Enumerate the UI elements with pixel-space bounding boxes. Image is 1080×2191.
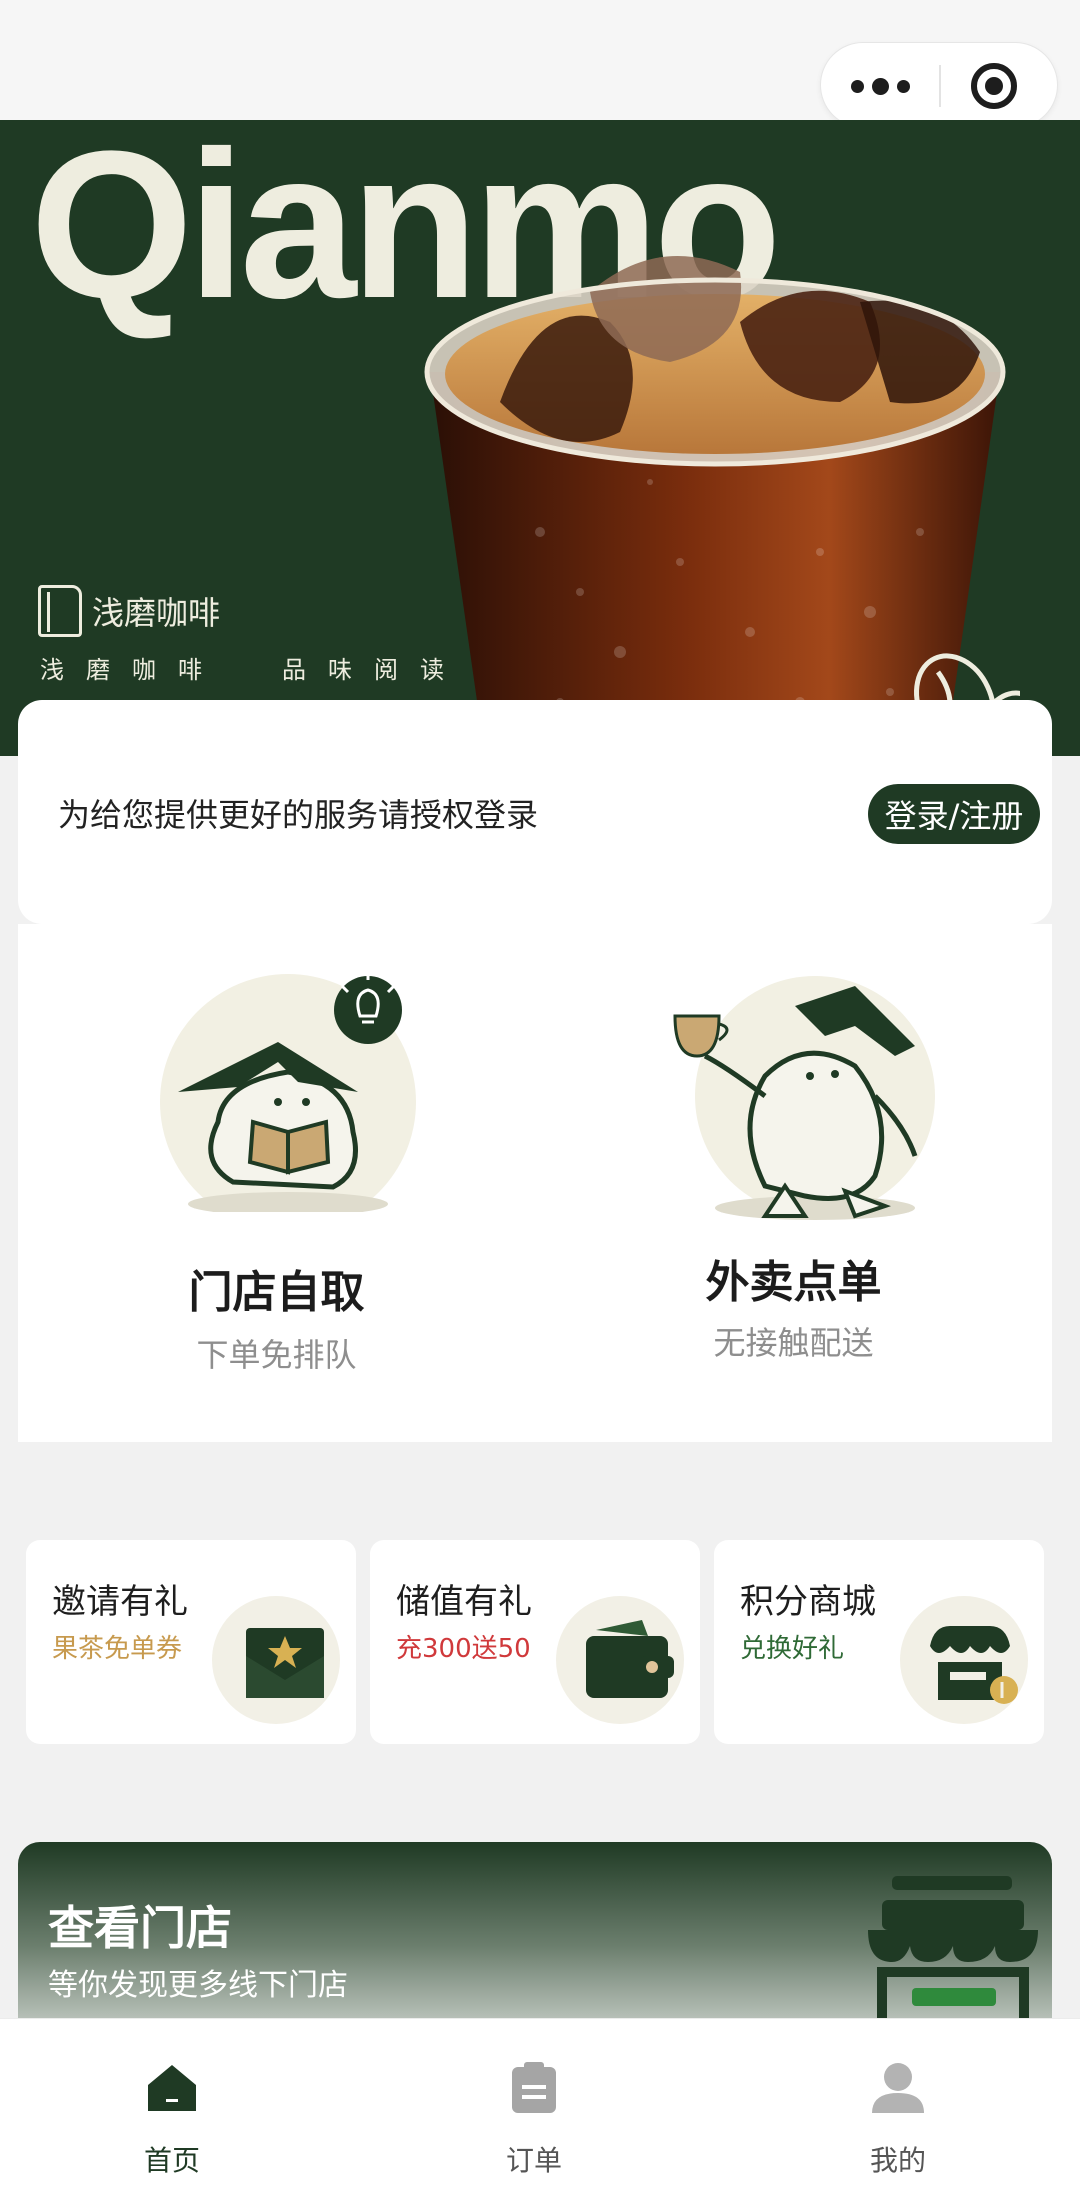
promo-recharge-title: 储值有礼 [396, 1582, 532, 1622]
order-options-panel: 门店自取 下单免排队 外卖点单 无接触配送 [18, 924, 1052, 1442]
delivery-subtitle: 无接触配送 [713, 1324, 874, 1362]
promo-recharge[interactable]: 储值有礼 充300送50 [370, 1540, 700, 1744]
store-subtitle: 等你发现更多线下门店 [48, 1968, 348, 2003]
brand-logo: 浅磨咖啡 [38, 585, 220, 637]
promo-points-mall[interactable]: 积分商城 兑换好礼 [714, 1540, 1044, 1744]
promo-invite[interactable]: 邀请有礼 果茶免单券 [26, 1540, 356, 1744]
delivery-option[interactable]: 外卖点单 无接触配送 [535, 924, 1052, 1442]
login-register-button[interactable]: 登录/注册 [868, 784, 1040, 844]
clipboard-icon [512, 2062, 556, 2113]
tab-home[interactable]: 首页 [72, 2039, 272, 2177]
promo-points-title: 积分商城 [740, 1582, 876, 1622]
envelope-star-icon [212, 1596, 340, 1724]
logo-name: 浅磨咖啡 [92, 594, 221, 632]
pickup-title: 门店自取 [188, 1267, 365, 1318]
store-title: 查看门店 [48, 1901, 232, 1955]
profile-icon [872, 2063, 924, 2113]
tab-home-label: 首页 [143, 2144, 200, 2177]
tab-orders-label: 订单 [505, 2144, 562, 2177]
tab-orders[interactable]: 订单 [434, 2039, 634, 2177]
pickup-option[interactable]: 门店自取 下单免排队 [18, 924, 535, 1442]
promo-points-subtitle: 兑换好礼 [740, 1634, 845, 1664]
more-dots-icon[interactable] [821, 43, 939, 129]
reading-mascot-icon [160, 974, 416, 1212]
hero-banner[interactable]: Qianmo 浅磨咖啡 浅磨咖啡 品味阅读 [0, 120, 1080, 756]
pickup-subtitle: 下单免排队 [196, 1336, 357, 1374]
bottom-tab-bar: 首页 订单 我的 [0, 2018, 1080, 2191]
target-close-icon[interactable] [971, 63, 1017, 109]
home-icon [148, 2065, 196, 2111]
slogan-right: 品味阅读 [282, 656, 466, 684]
iced-coffee-image [424, 256, 1020, 756]
promo-recharge-subtitle: 充300送50 [396, 1634, 531, 1664]
capsule-divider [939, 65, 941, 107]
shop-coin-icon [900, 1596, 1028, 1724]
walking-mascot-icon [673, 976, 935, 1220]
wallet-icon [556, 1596, 684, 1724]
mini-program-capsule [820, 42, 1058, 128]
login-card: 为给您提供更好的服务请授权登录 登录/注册 [18, 700, 1052, 924]
slogan-left: 浅磨咖啡 [40, 656, 224, 684]
promo-invite-subtitle: 果茶免单券 [52, 1634, 183, 1664]
tab-mine-label: 我的 [869, 2144, 926, 2177]
login-prompt: 为给您提供更好的服务请授权登录 [58, 796, 539, 834]
tab-mine[interactable]: 我的 [798, 2039, 998, 2177]
book-logo-icon [38, 585, 82, 637]
delivery-title: 外卖点单 [705, 1257, 882, 1308]
promo-invite-title: 邀请有礼 [52, 1582, 188, 1622]
